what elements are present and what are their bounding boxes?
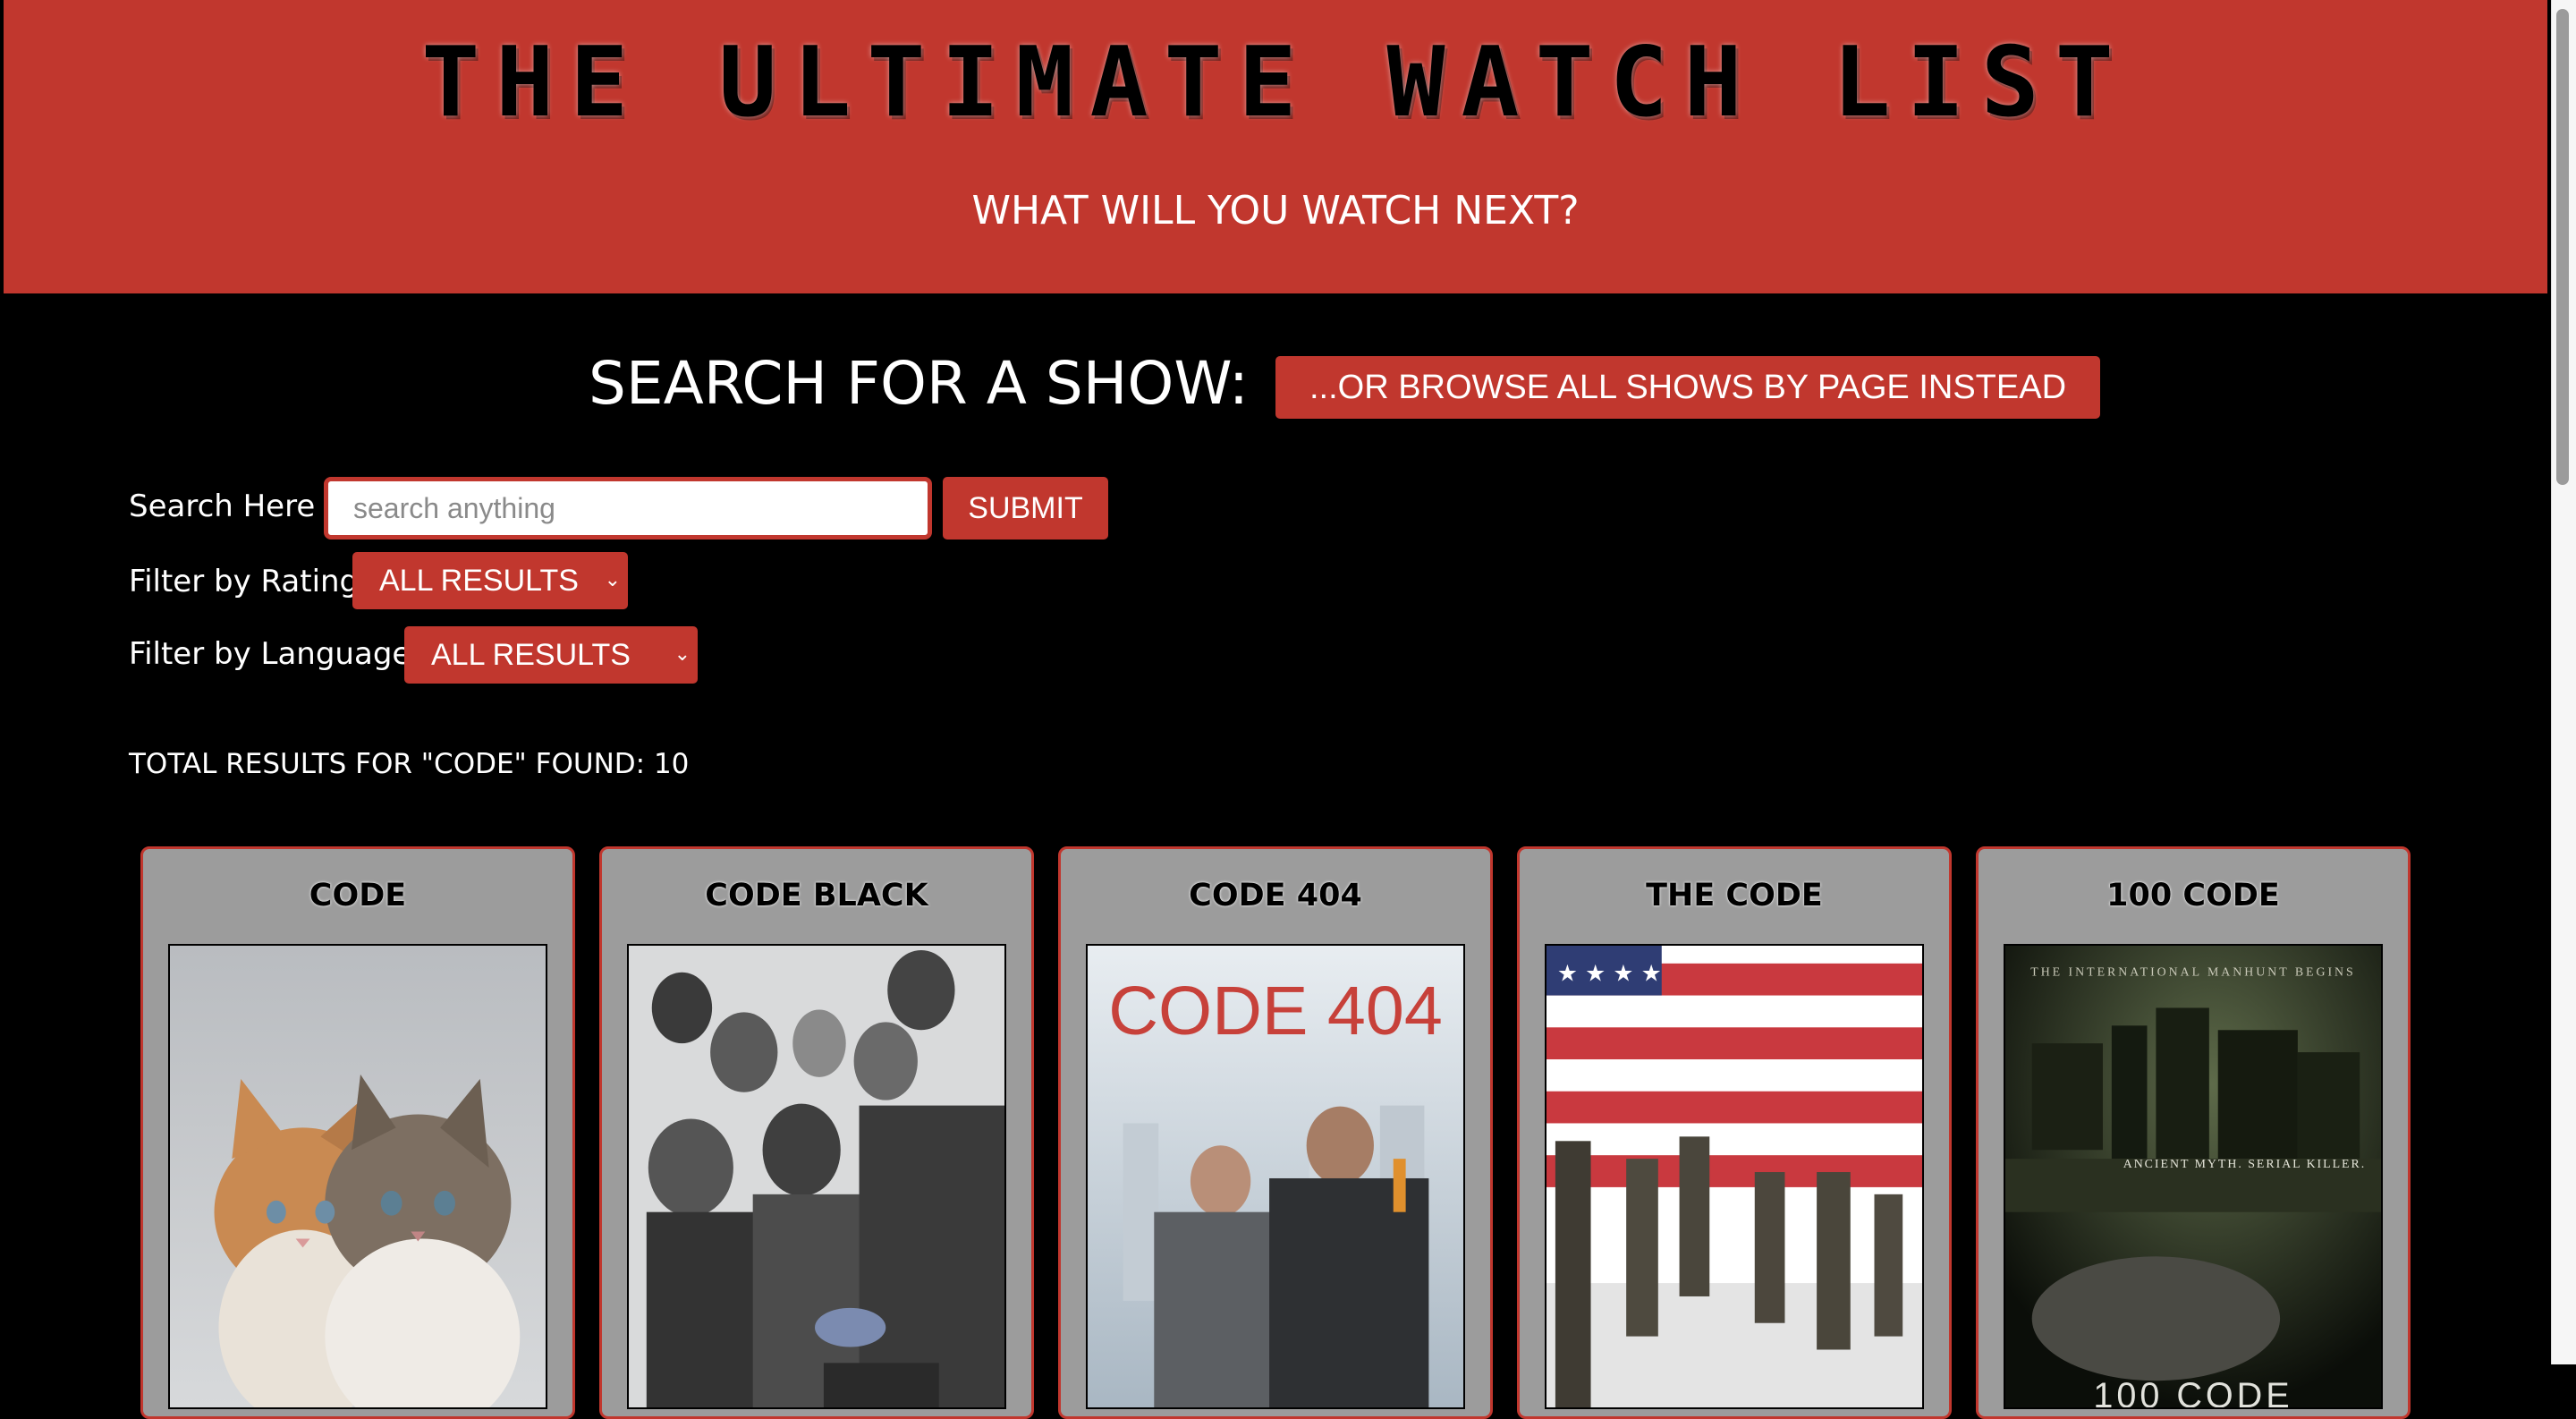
site-header: THE ULTIMATE WATCH LIST WHAT WILL YOU WA…: [4, 0, 2547, 293]
show-title: CODE: [309, 878, 407, 913]
show-title: CODE BLACK: [705, 878, 928, 913]
svg-text:★ ★ ★ ★: ★ ★ ★ ★: [1557, 961, 1662, 988]
site-title: THE ULTIMATE WATCH LIST: [421, 27, 2130, 139]
site-subtitle: WHAT WILL YOU WATCH NEXT?: [971, 188, 1580, 234]
page-scrollbar-thumb[interactable]: [2556, 9, 2569, 485]
poster-logo: 100 CODE: [2093, 1376, 2292, 1407]
show-card[interactable]: 100 CODE THE INTERNATIONAL MANHUNT BEGIN…: [1976, 846, 2411, 1419]
show-card[interactable]: THE CODE ★ ★ ★ ★: [1517, 846, 1952, 1419]
search-heading: SEARCH FOR A SHOW:: [589, 349, 1249, 418]
poster-text: CODE 404: [1108, 973, 1443, 1049]
show-card[interactable]: CODE BLACK: [599, 846, 1034, 1419]
dark-city-poster-icon[interactable]: THE INTERNATIONAL MANHUNT BEGINS ANCIENT…: [2004, 944, 2383, 1409]
chevron-down-icon: ⌄: [604, 568, 621, 591]
poster-tagline: THE INTERNATIONAL MANHUNT BEGINS: [2030, 966, 2355, 980]
show-title: 100 CODE: [2106, 878, 2280, 913]
kittens-poster-icon[interactable]: [168, 944, 547, 1409]
poster-tagline: ANCIENT MYTH. SERIAL KILLER.: [2123, 1158, 2366, 1171]
language-filter-select[interactable]: ALL RESULTS ⌄: [404, 626, 698, 684]
chevron-down-icon: ⌄: [674, 642, 691, 665]
show-title: CODE 404: [1189, 878, 1362, 913]
language-filter-value: ALL RESULTS: [431, 637, 631, 672]
code-404-poster-icon[interactable]: CODE 404: [1086, 944, 1465, 1409]
search-input[interactable]: [324, 477, 932, 540]
language-filter-label: Filter by Language:: [129, 636, 421, 672]
show-card[interactable]: CODE: [140, 846, 575, 1419]
show-card[interactable]: CODE 404 CODE 404: [1058, 846, 1493, 1419]
results-summary: TOTAL RESULTS FOR "CODE" FOUND: 10: [129, 748, 690, 780]
medical-cast-poster-icon[interactable]: [627, 944, 1006, 1409]
submit-button[interactable]: SUBMIT: [943, 477, 1108, 540]
search-label: Search Here :: [129, 489, 335, 524]
rating-filter-value: ALL RESULTS: [379, 563, 579, 598]
rating-filter-label: Filter by Rating:: [129, 564, 369, 599]
rating-filter-select[interactable]: ALL RESULTS ⌄: [352, 552, 628, 609]
browse-all-shows-button[interactable]: ...OR BROWSE ALL SHOWS BY PAGE INSTEAD: [1275, 356, 2100, 419]
american-flag-poster-icon[interactable]: ★ ★ ★ ★: [1545, 944, 1924, 1409]
show-title: THE CODE: [1646, 878, 1823, 913]
